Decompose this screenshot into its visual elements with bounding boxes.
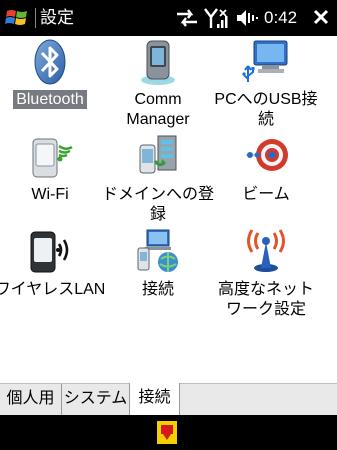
wifi-icon bbox=[32, 138, 73, 178]
item-bluetooth[interactable]: Bluetooth bbox=[0, 38, 106, 138]
advanced-network-icon bbox=[247, 229, 285, 272]
item-usb-to-pc[interactable]: PCへのUSB接続 bbox=[210, 38, 322, 138]
item-label: 接続 bbox=[141, 281, 174, 298]
wireless-lan-icon bbox=[30, 231, 69, 273]
item-label: 高度なネット ワーク設定 bbox=[217, 281, 314, 318]
item-beam[interactable]: ビーム bbox=[210, 133, 322, 233]
tab-connections[interactable]: 接続 bbox=[129, 383, 180, 416]
item-label: ビーム bbox=[242, 186, 290, 203]
keyboard-input-icon[interactable] bbox=[156, 419, 178, 446]
item-label: Wi-Fi bbox=[31, 186, 69, 203]
item-label: ドメインへの登録 bbox=[102, 186, 215, 223]
item-connections[interactable]: 接続 bbox=[102, 228, 214, 328]
close-icon[interactable] bbox=[311, 6, 331, 28]
speaker-muted-icon[interactable] bbox=[235, 6, 261, 30]
usb-to-pc-icon bbox=[242, 40, 288, 82]
bluetooth-icon bbox=[34, 39, 66, 85]
item-comm-manager[interactable]: Comm Manager bbox=[102, 38, 214, 138]
tab-personal[interactable]: 個人用 bbox=[0, 384, 62, 415]
item-wireless-lan[interactable]: ワイヤレスLAN bbox=[0, 228, 106, 328]
beam-icon bbox=[246, 139, 288, 171]
page-title: 設定 bbox=[40, 8, 74, 27]
item-domain-enroll[interactable]: ドメインへの登録 bbox=[102, 133, 214, 233]
connections-icon bbox=[137, 229, 178, 272]
signal-strength-icon[interactable] bbox=[203, 6, 229, 30]
item-label: ワイヤレスLAN bbox=[0, 281, 106, 298]
item-label: PCへのUSB接続 bbox=[214, 91, 318, 128]
item-label: Comm Manager bbox=[126, 91, 190, 128]
item-advanced-network[interactable]: 高度なネット ワーク設定 bbox=[210, 228, 322, 328]
tab-bar: 個人用 システム 接続 bbox=[0, 383, 337, 416]
clock[interactable]: 0:42 bbox=[264, 7, 297, 29]
comm-manager-icon bbox=[141, 40, 175, 85]
connectivity-arrows-icon[interactable] bbox=[174, 6, 200, 30]
tab-system[interactable]: システム bbox=[62, 384, 130, 415]
soft-key-bar bbox=[0, 415, 337, 450]
domain-enroll-icon bbox=[139, 135, 177, 174]
item-wifi[interactable]: Wi-Fi bbox=[0, 133, 106, 233]
title-bar: 設定 0:42 bbox=[0, 0, 337, 36]
title-divider bbox=[35, 8, 36, 28]
item-label: Bluetooth bbox=[0, 90, 106, 110]
windows-flag-icon[interactable] bbox=[4, 6, 30, 30]
